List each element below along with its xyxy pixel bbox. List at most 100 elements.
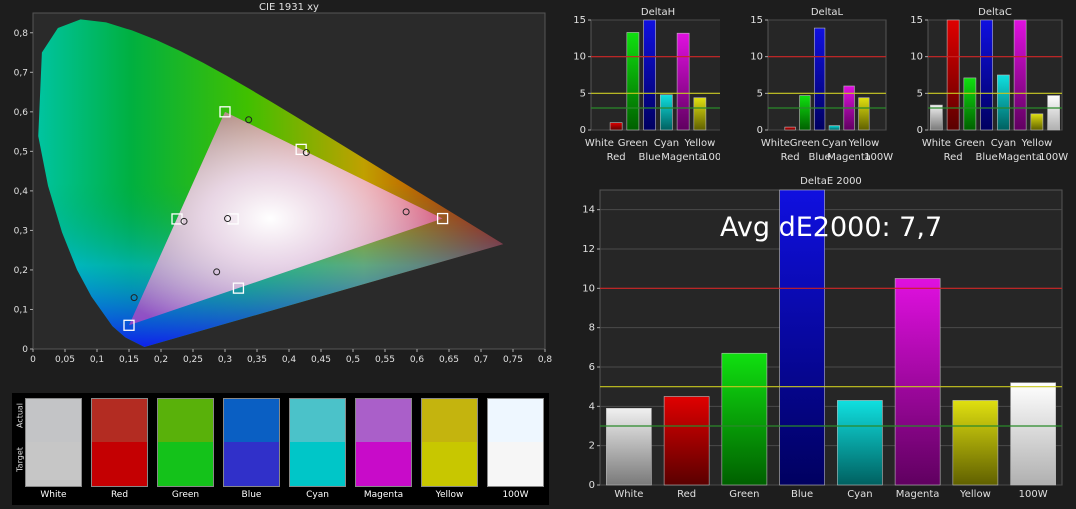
category-label: Yellow	[683, 138, 715, 149]
y-tick-label: 5	[757, 88, 763, 99]
cie-x-tick-label: 0	[30, 355, 36, 365]
category-label: White	[614, 489, 643, 500]
category-label: Yellow	[847, 138, 879, 149]
bar-yellow	[952, 400, 999, 486]
swatch-actual	[91, 398, 148, 442]
swatch-target	[25, 442, 82, 487]
swatch-actual	[487, 398, 544, 442]
bar-cyan	[997, 74, 1010, 131]
swatch-target	[289, 442, 346, 487]
cie-x-tick-label: 0,25	[183, 355, 203, 365]
cie-y-tick-label: 0,1	[14, 305, 28, 315]
y-tick-label: 10	[573, 52, 586, 63]
swatch-target	[91, 442, 148, 487]
deltac-chart: 0 5 10 15 White Red Green Blue Cyan Magenta Yellow…	[910, 15, 1068, 163]
cie-y-tick-label: 0,5	[14, 147, 28, 157]
cie-x-tick-label: 0,5	[346, 355, 360, 365]
bar-red	[946, 19, 960, 131]
category-label: Red	[607, 152, 626, 163]
swatch-red: Red	[91, 398, 148, 500]
category-label: Magenta	[896, 489, 940, 500]
swatch-actual	[355, 398, 412, 442]
cie-x-tick-label: 0,2	[154, 355, 168, 365]
bar-cyan	[837, 400, 883, 486]
category-label: White	[585, 138, 614, 149]
swatch-target	[421, 442, 478, 487]
category-label: Magenta	[998, 152, 1042, 163]
bar-white	[606, 408, 652, 486]
cie-x-tick-label: 0,15	[119, 355, 139, 365]
bar-magenta	[1013, 19, 1027, 131]
swatch-actual	[421, 398, 478, 442]
y-tick-label: 15	[910, 15, 923, 26]
category-label: 100W	[702, 152, 720, 163]
bar-green	[626, 32, 640, 131]
bar-blue	[643, 19, 656, 131]
category-label: Cyan	[822, 138, 847, 149]
y-tick-label: 6	[589, 362, 595, 373]
category-label: Green	[618, 138, 648, 149]
y-tick-label: 15	[750, 15, 763, 26]
y-tick-label: 10	[750, 52, 763, 63]
swatch-label: Magenta	[363, 490, 404, 500]
target-label: Target	[15, 447, 25, 472]
category-label: Magenta	[661, 152, 705, 163]
swatch-target	[487, 442, 544, 487]
category-label: Red	[781, 152, 800, 163]
cie-y-tick-label: 0,7	[14, 68, 28, 78]
swatch-target	[355, 442, 412, 487]
cie-y-tick-label: 0,8	[14, 29, 29, 39]
cie-y-tick-label: 0,4	[14, 187, 29, 197]
cie-x-tick-label: 0,55	[375, 355, 395, 365]
cie-chart: 0 0,05 0,1 0,15 0,2 0,25 0,3 0,35 0,4 0,45 0,5 0,55…	[14, 12, 553, 365]
category-label: Blue	[639, 152, 661, 163]
cie-x-tick-label: 0,65	[439, 355, 459, 365]
y-tick-label: 12	[582, 244, 595, 255]
swatch-yellow: Yellow	[421, 398, 478, 500]
category-label: 100W	[1039, 152, 1068, 163]
bar-magenta	[894, 278, 941, 486]
swatch-label: 100W	[502, 490, 529, 500]
category-label: Yellow	[1020, 138, 1052, 149]
category-label: White	[761, 138, 790, 149]
y-tick-label: 0	[580, 125, 586, 136]
cie-y-tick-label: 0,2	[14, 266, 28, 276]
y-tick-label: 10	[582, 283, 595, 294]
swatch-label: Blue	[241, 490, 262, 500]
cie-x-tick-label: 0,8	[538, 355, 553, 365]
bar-blue	[814, 27, 826, 131]
swatch-target	[157, 442, 214, 487]
bar-yellow	[1030, 113, 1044, 131]
y-tick-label: 5	[917, 88, 923, 99]
bar-blue	[980, 19, 993, 131]
category-label: Cyan	[847, 489, 872, 500]
cie-x-tick-label: 0,6	[410, 355, 425, 365]
swatch-label: Red	[110, 490, 129, 500]
swatch-label: Cyan	[306, 490, 329, 500]
swatch-actual	[289, 398, 346, 442]
category-label: Blue	[791, 489, 813, 500]
category-label: Red	[944, 152, 963, 163]
actual-label: Actual	[15, 402, 25, 429]
category-label: Yellow	[959, 489, 991, 500]
category-label: 100W	[864, 152, 893, 163]
bar-red	[784, 126, 796, 131]
avg-de-label: Avg dE2000: 7,7	[720, 212, 943, 243]
cie-x-tick-label: 0,4	[282, 355, 297, 365]
cie-y-tick-label: 0,3	[14, 226, 28, 236]
category-label: Blue	[976, 152, 998, 163]
bar-red	[609, 122, 623, 131]
bar-100w	[1010, 382, 1056, 486]
swatch-magenta: Magenta	[355, 398, 412, 500]
bar-magenta	[676, 32, 690, 131]
cie-x-tick-label: 0,35	[247, 355, 267, 365]
bar-cyan	[660, 94, 673, 131]
y-tick-label: 14	[582, 205, 595, 216]
bar-green	[963, 77, 977, 131]
bar-white	[930, 104, 943, 131]
cie-x-tick-label: 0,3	[218, 355, 232, 365]
cie-x-tick-label: 0,1	[90, 355, 104, 365]
y-tick-label: 0	[917, 125, 923, 136]
cie-y-tick-label: 0,6	[14, 108, 29, 118]
cie-x-tick-label: 0,45	[311, 355, 331, 365]
